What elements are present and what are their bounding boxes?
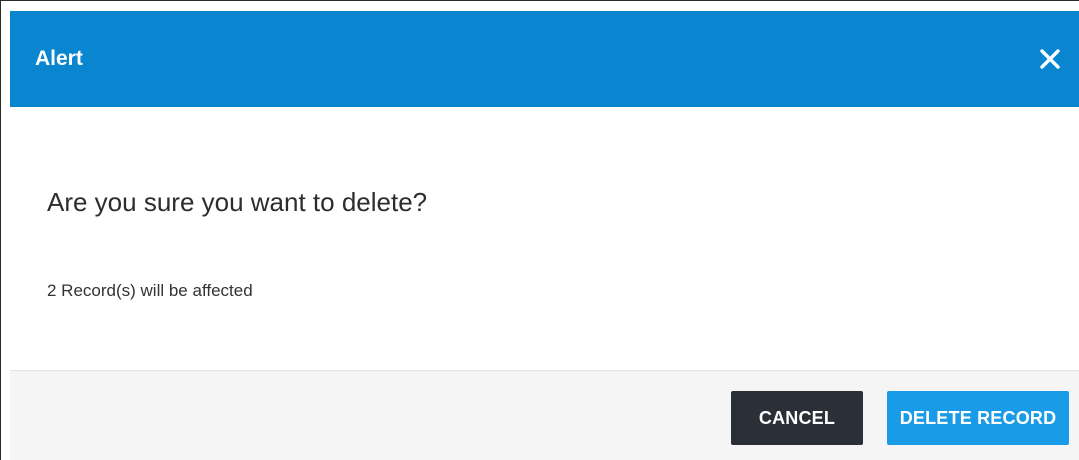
dialog-body: Are you sure you want to delete? 2 Recor… <box>10 107 1079 370</box>
close-icon[interactable] <box>1035 44 1065 74</box>
affected-records-text: 2 Record(s) will be affected <box>47 281 253 300</box>
confirm-message: Are you sure you want to delete? <box>47 187 428 217</box>
alert-dialog: Alert Are you sure you want to delete? 2… <box>0 0 1079 460</box>
dialog-title: Alert <box>35 47 83 70</box>
dialog-footer: CANCEL DELETE RECORD <box>10 370 1079 460</box>
delete-record-button[interactable]: DELETE RECORD <box>887 391 1069 445</box>
dialog-header: Alert <box>10 11 1079 107</box>
cancel-button[interactable]: CANCEL <box>731 391 863 445</box>
